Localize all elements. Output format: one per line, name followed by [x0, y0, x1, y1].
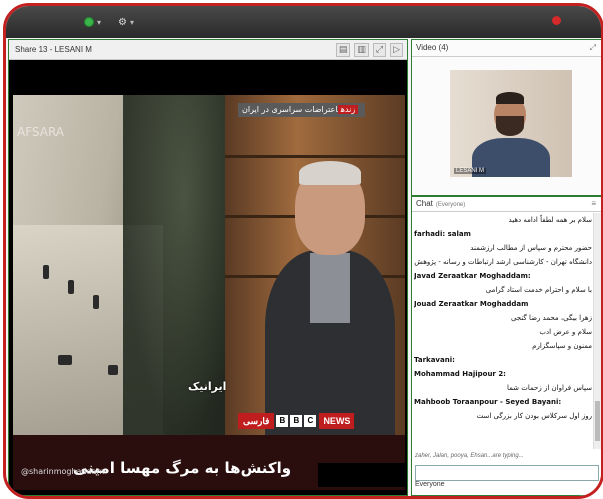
typing-indicator: zaher, Jalan, pooya, Ehsan...are typing.… — [415, 453, 524, 459]
chat-message: سلام و عرض ادب — [539, 328, 592, 336]
chevron-down-icon: ▾ — [97, 17, 102, 27]
chat-message: روز اول سرکلاس بودن کار بزرگی است — [476, 412, 592, 420]
chat-message: سپاس فراوان از زحمات شما — [506, 384, 592, 392]
webcam-feed[interactable]: LESANI M — [450, 70, 572, 177]
instagram-handle: @sharinmoghaddam — [21, 467, 105, 476]
app-frame: ▾ ⚙ ▾ Share 13 - LESANI M ▤ ▥ ⤢ ▷ AFSARA… — [3, 3, 603, 499]
status-green-icon — [84, 17, 94, 27]
chat-message: سلام بر همه لطفاً ادامه دهید — [508, 216, 592, 224]
chat-message: Javad Zeraatkar Moghaddam: — [414, 272, 531, 280]
participant-name: LESANI M — [454, 168, 487, 174]
chat-message: Tarkavani: — [414, 356, 455, 364]
video-pod-header: Video (4) ⤢ — [412, 40, 601, 57]
fullscreen-icon[interactable]: ⤢ — [372, 43, 387, 57]
chat-message: farhadi: salam — [414, 230, 471, 238]
share-pod: Share 13 - LESANI M ▤ ▥ ⤢ ▷ AFSARA زندها… — [8, 39, 408, 496]
status-menu[interactable]: ▾ — [84, 14, 101, 30]
chat-scrollbar[interactable] — [593, 213, 601, 449]
shared-video[interactable]: AFSARA زندهاعتراضات سراسری در ایران ایرا… — [13, 95, 405, 490]
menu-icon[interactable]: ≡ — [591, 197, 596, 211]
chat-message: دانشگاه تهران - کارشناسی ارشد ارتباطات و… — [414, 258, 592, 266]
share-pod-tools: ▤ ▥ ⤢ ▷ — [335, 43, 403, 57]
fullscreen-icon[interactable]: ⤢ — [590, 40, 596, 56]
footage-watermark: AFSARA — [17, 125, 65, 139]
chat-message: ممنون و سپاسگزارم — [532, 342, 592, 350]
chat-recipient[interactable]: Everyone — [415, 481, 445, 488]
chat-message: Mahboob Toraanpour - Seyed Bayani: — [414, 398, 562, 406]
record-icon[interactable] — [552, 16, 561, 25]
chat-message: حضور محترم و سپاس از مطالب ارزشمند — [470, 244, 592, 252]
chat-input[interactable] — [415, 465, 599, 481]
chat-message: زهرا بیگی، محمد رضا گنجی — [510, 314, 592, 322]
chat-audience: (Everyone) — [435, 202, 466, 208]
chat-message: با سلام و احترام خدمت استاد گرامی — [485, 286, 592, 294]
bbc-logo: فارسی B B C NEWS — [238, 413, 355, 429]
studio-interview — [225, 95, 405, 440]
chat-pod-header: Chat (Everyone) ≡ — [412, 197, 601, 212]
video-pod: Video (4) ⤢ LESANI M — [411, 39, 601, 196]
user-settings-icon: ⚙ — [118, 16, 127, 28]
chat-pod: Chat (Everyone) ≡ سلام بر همه لطفاً ادامه… — [411, 196, 601, 496]
user-settings-menu[interactable]: ⚙ ▾ — [118, 14, 134, 30]
layout-icon[interactable]: ▤ — [335, 43, 351, 57]
share-pod-header: Share 13 - LESANI M ▤ ▥ ⤢ ▷ — [9, 40, 407, 60]
share-pod-title: Share 13 - LESANI M — [15, 45, 92, 54]
grid-icon[interactable]: ▥ — [354, 43, 369, 57]
chat-pod-title: Chat — [416, 199, 433, 208]
live-tag: زندهاعتراضات سراسری در ایران — [238, 103, 366, 117]
chat-message: Jouad Zeraatkar Moghaddam — [414, 300, 529, 308]
chat-messages: سلام بر همه لطفاً ادامه دهید farhadi: sal… — [414, 213, 592, 449]
channel-watermark: ایرانیک — [188, 380, 227, 393]
interviewee — [265, 161, 395, 440]
video-pod-title: Video (4) — [416, 43, 449, 52]
top-toolbar: ▾ ⚙ ▾ — [6, 6, 601, 38]
chevron-down-icon: ▾ — [129, 17, 134, 27]
redaction-box — [318, 463, 405, 487]
chat-message: Mohammad Hajipour 2: — [414, 370, 506, 378]
play-icon[interactable]: ▷ — [390, 43, 403, 57]
headline-text: واکنش‌ها به مرگ مهسا امینی — [73, 459, 292, 477]
